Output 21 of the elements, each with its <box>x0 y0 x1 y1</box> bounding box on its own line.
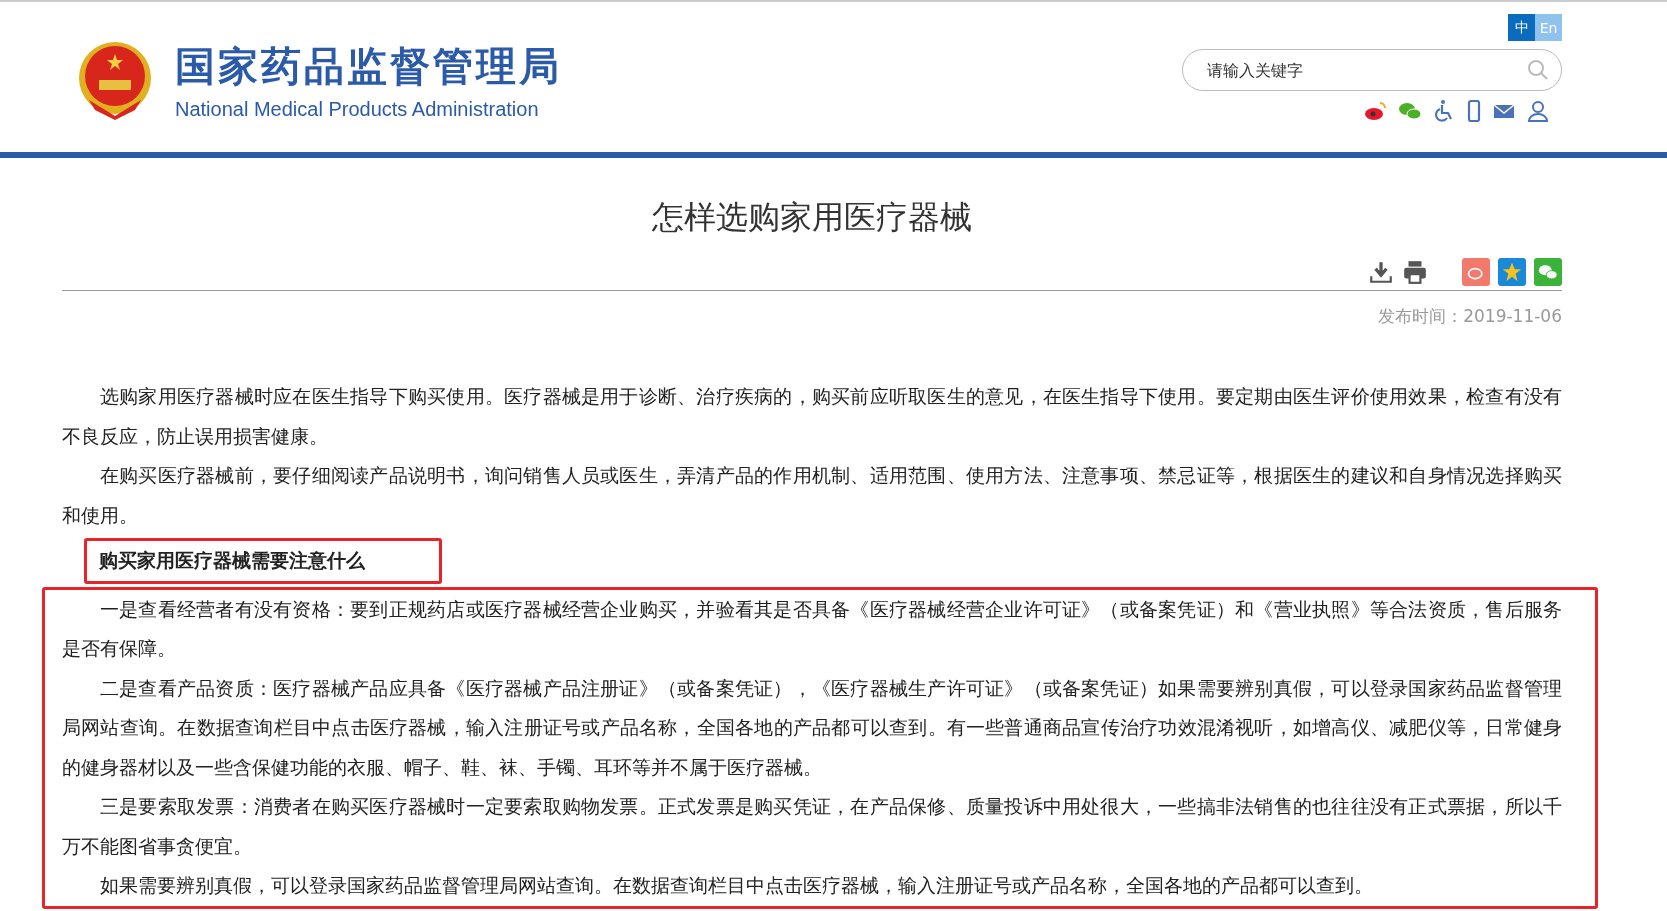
phone-icon[interactable] <box>1466 99 1482 123</box>
site-subtitle: National Medical Products Administration <box>175 98 540 121</box>
site-title: 国家药品监督管理局 <box>175 42 562 91</box>
user-icon[interactable] <box>1526 99 1550 123</box>
star-share-button[interactable] <box>1498 258 1526 286</box>
paragraph: 选购家用医疗器械时应在医生指导下购买使用。医疗器械是用于诊断、治疗疾病的，购买前应听取医生的意见，在医生指导下使用。要定期由医生评价使用效果，检查有没有不良反应，防止误用损害健康。 <box>62 384 1562 449</box>
article-title: 怎样选购家用医疗器械 <box>651 197 973 238</box>
paragraph: 如果需要辨别真假，可以登录国家药品监督管理局网站查询。在数据查询栏目中点击医疗器械，输入注册证号或产品名称，全国各地的产品都可以查到。 <box>99 873 1374 898</box>
star-icon <box>1501 261 1523 283</box>
language-tab[interactable]: 中 <box>1508 14 1535 41</box>
paragraph: 二是查看产品资质：医疗器械产品应具备《医疗器械产品注册证》（或备案凭证），《医疗器械生产许可证》（或备案凭证）如果需要辨别真假，可以登录国家药品监督管理局网站查询。在数据查询栏目中点击医疗器械，输入注册证号或产品名称，全国各地的产品都可以查到。有一些普通商品宣传治疗功效混淆视听，如增高仪、减肥仪等，日常健身的健身器材以及一些含保健功能的衣服、帽子、鞋、袜、手镯、耳环等并不属于医疗器械。 <box>62 675 1562 780</box>
search-field[interactable]: 请输入关键字 <box>1182 49 1562 91</box>
print-icon[interactable] <box>1402 259 1428 285</box>
download-icon[interactable] <box>1368 259 1394 285</box>
weibo-share-button[interactable] <box>1462 258 1490 286</box>
paragraph: 在购买医疗器械前，要仔细阅读产品说明书，询问销售人员或医生，弄清产品的作用机制、适用范围、使用方法、注意事项、禁忌证等，根据医生的建议和自身情况选择购买和使用。 <box>62 463 1562 528</box>
publish-date: 发布时间：2019-11-06 <box>1377 305 1562 328</box>
wechat-share-button[interactable] <box>1534 258 1562 286</box>
section-heading: 购买家用医疗器械需要注意什么 <box>99 548 366 573</box>
paragraph: 一是查看经营者有没有资格：要到正规药店或医疗器械经营企业购买，并验看其是否具备《医疗器械经营企业许可证》（或备案凭证）和《营业执照》等合法资质，售后服务是否有保障。 <box>62 596 1562 661</box>
paragraph: 三是要索取发票：消费者在购买医疗器械时一定要索取购物发票。正式发票是购买凭证，在产品保修、质量投诉中用处很大，一些搞非法销售的也往往没有正式票据，所以千万不能图省事贪便宜。 <box>62 794 1562 859</box>
